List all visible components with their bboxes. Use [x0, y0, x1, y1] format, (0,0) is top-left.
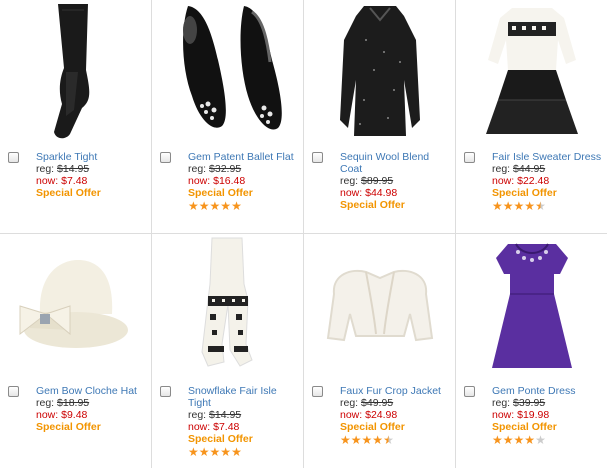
product-tile: Gem Bow Cloche Hat reg: $18.95 now: $9.4… — [0, 234, 152, 468]
product-name-link[interactable]: Gem Ponte Dress — [492, 385, 604, 397]
compare-checkbox[interactable] — [8, 152, 19, 163]
regular-price: reg: $32.95 — [188, 163, 242, 175]
star-icon: ★ — [220, 445, 232, 459]
compare-checkbox[interactable] — [464, 386, 475, 397]
product-image[interactable] — [456, 0, 607, 142]
rating-stars: ★★★★★ — [492, 200, 604, 212]
compare-checkbox[interactable] — [160, 152, 171, 163]
star-icon: ★ — [188, 445, 199, 459]
star-icon: ★ — [188, 199, 199, 213]
special-offer-link[interactable]: Special Offer — [36, 187, 148, 199]
sale-price: now: $22.48 — [492, 175, 550, 187]
sale-price: now: $44.98 — [340, 187, 398, 199]
product-tile: Sequin Wool Blend Coat reg: $89.95 now: … — [304, 0, 456, 234]
product-tile: Sparkle Tight reg: $14.95 now: $7.48 Spe… — [0, 0, 152, 234]
compare-checkbox[interactable] — [160, 386, 171, 397]
product-image[interactable] — [304, 0, 455, 142]
star-icon: ★ — [502, 199, 514, 213]
star-icon: ★ — [492, 433, 503, 447]
product-info: Snowflake Fair Isle Tight reg: $14.95 no… — [188, 385, 300, 458]
star-icon: ★ — [535, 433, 546, 447]
star-icon: ★ — [513, 433, 525, 447]
star-icon: ★ — [340, 433, 351, 447]
sale-price: now: $16.48 — [188, 175, 246, 187]
product-name-link[interactable]: Gem Patent Ballet Flat — [188, 151, 300, 163]
product-image[interactable] — [456, 234, 607, 376]
special-offer-link[interactable]: Special Offer — [340, 421, 452, 433]
product-info: Fair Isle Sweater Dress reg: $44.95 now:… — [492, 151, 604, 212]
sale-price: now: $7.48 — [36, 175, 88, 187]
product-info: Sequin Wool Blend Coat reg: $89.95 now: … — [340, 151, 452, 211]
regular-price: reg: $44.95 — [492, 163, 546, 175]
special-offer-link[interactable]: Special Offer — [36, 421, 148, 433]
star-icon: ★ — [231, 445, 242, 459]
regular-price: reg: $14.95 — [188, 409, 242, 421]
star-icon: ★ — [209, 445, 221, 459]
compare-checkbox[interactable] — [464, 152, 475, 163]
product-tile: Gem Patent Ballet Flat reg: $32.95 now: … — [152, 0, 304, 234]
product-tile: Snowflake Fair Isle Tight reg: $14.95 no… — [152, 234, 304, 468]
rating-stars: ★★★★★ — [492, 434, 604, 446]
product-info: Sparkle Tight reg: $14.95 now: $7.48 Spe… — [36, 151, 148, 199]
sale-price: now: $19.98 — [492, 409, 550, 421]
regular-price: reg: $89.95 — [340, 175, 394, 187]
star-icon: ★ — [231, 199, 242, 213]
special-offer-link[interactable]: Special Offer — [492, 187, 604, 199]
product-info: Faux Fur Crop Jacket reg: $49.95 now: $2… — [340, 385, 452, 446]
product-tile: Fair Isle Sweater Dress reg: $44.95 now:… — [456, 0, 607, 234]
product-image[interactable] — [0, 0, 151, 142]
star-icon: ★ — [198, 199, 210, 213]
star-icon: ★ — [524, 433, 536, 447]
star-icon: ★ — [198, 445, 210, 459]
product-image[interactable] — [152, 234, 303, 376]
star-icon: ★ — [502, 433, 514, 447]
sale-price: now: $9.48 — [36, 409, 88, 421]
star-icon: ★ — [513, 199, 525, 213]
star-icon: ★ — [524, 199, 536, 213]
star-icon: ★ — [220, 199, 232, 213]
star-icon: ★ — [372, 433, 384, 447]
product-name-link[interactable]: Faux Fur Crop Jacket — [340, 385, 452, 397]
product-name-link[interactable]: Sparkle Tight — [36, 151, 148, 163]
product-image[interactable] — [304, 234, 455, 376]
product-tile: Faux Fur Crop Jacket reg: $49.95 now: $2… — [304, 234, 456, 468]
star-icon: ★ — [361, 433, 373, 447]
compare-checkbox[interactable] — [8, 386, 19, 397]
special-offer-link[interactable]: Special Offer — [492, 421, 604, 433]
product-name-link[interactable]: Gem Bow Cloche Hat — [36, 385, 148, 397]
special-offer-link[interactable]: Special Offer — [188, 187, 300, 199]
compare-checkbox[interactable] — [312, 386, 323, 397]
rating-stars: ★★★★★ — [188, 200, 300, 212]
product-info: Gem Bow Cloche Hat reg: $18.95 now: $9.4… — [36, 385, 148, 433]
regular-price: reg: $14.95 — [36, 163, 90, 175]
sale-price: now: $24.98 — [340, 409, 398, 421]
star-icon: ★ — [383, 433, 394, 447]
sale-price: now: $7.48 — [188, 421, 240, 433]
product-tile: Gem Ponte Dress reg: $39.95 now: $19.98 … — [456, 234, 607, 468]
special-offer-link[interactable]: Special Offer — [340, 199, 452, 211]
product-name-link[interactable]: Sequin Wool Blend Coat — [340, 151, 452, 175]
product-info: Gem Patent Ballet Flat reg: $32.95 now: … — [188, 151, 300, 212]
star-icon: ★ — [535, 199, 546, 213]
special-offer-link[interactable]: Special Offer — [188, 433, 300, 445]
product-name-link[interactable]: Snowflake Fair Isle Tight — [188, 385, 300, 409]
compare-checkbox[interactable] — [312, 152, 323, 163]
product-grid: Sparkle Tight reg: $14.95 now: $7.48 Spe… — [0, 0, 607, 468]
regular-price: reg: $49.95 — [340, 397, 394, 409]
regular-price: reg: $18.95 — [36, 397, 90, 409]
rating-stars: ★★★★★ — [340, 434, 452, 446]
rating-stars: ★★★★★ — [188, 446, 300, 458]
star-icon: ★ — [492, 199, 503, 213]
product-info: Gem Ponte Dress reg: $39.95 now: $19.98 … — [492, 385, 604, 446]
product-name-link[interactable]: Fair Isle Sweater Dress — [492, 151, 604, 163]
product-image[interactable] — [152, 0, 303, 142]
product-image[interactable] — [0, 234, 151, 376]
star-icon: ★ — [350, 433, 362, 447]
star-icon: ★ — [209, 199, 221, 213]
regular-price: reg: $39.95 — [492, 397, 546, 409]
